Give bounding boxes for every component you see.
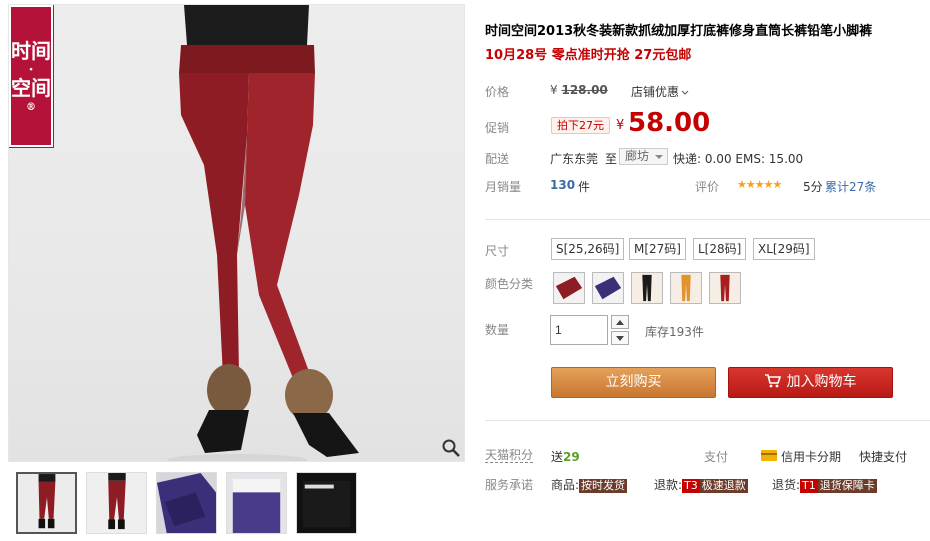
destination-value: 廊坊: [625, 149, 650, 163]
shop-discount-dropdown[interactable]: 店铺优惠: [631, 83, 689, 100]
tmall-points-value: 送29: [551, 448, 580, 465]
size-option-m[interactable]: M[27码]: [629, 238, 686, 260]
monthly-sales-label: 月销量: [485, 180, 522, 194]
size-option-xl[interactable]: XL[29码]: [753, 238, 815, 260]
brand-logo-line1: 时间: [11, 39, 51, 63]
brand-logo-dot: ·: [28, 62, 34, 78]
original-price: ¥ 128.00: [550, 83, 608, 97]
color-swatch-wine-image: [554, 273, 584, 303]
service-label: 服务承诺: [485, 478, 534, 492]
service-return-tag: 退货保障卡: [817, 479, 877, 493]
original-price-currency: ¥: [550, 83, 558, 97]
color-swatch-wine[interactable]: [553, 272, 585, 304]
zoom-magnifier-icon[interactable]: [441, 438, 461, 458]
rating-score: 5分: [803, 180, 823, 194]
color-swatch-black[interactable]: [631, 272, 663, 304]
payment-label: 支付: [704, 450, 729, 464]
thumbnail-3[interactable]: [156, 472, 217, 534]
service-refund-code: T3: [682, 479, 700, 493]
promo-label: 促销: [485, 121, 510, 135]
thumbnail-1-image: [18, 474, 75, 532]
color-label: 颜色分类: [485, 277, 534, 291]
size-option-l[interactable]: L[28码]: [693, 238, 747, 260]
size-option-s[interactable]: S[25,26码]: [551, 238, 625, 260]
points-give-word: 送: [551, 450, 564, 464]
current-price: 58.00: [628, 108, 711, 138]
price-label: 价格: [485, 85, 510, 99]
service-goods-prefix: 商品:: [551, 478, 580, 492]
destination-select[interactable]: 廊坊: [619, 148, 669, 165]
tmall-points-label[interactable]: 天猫积分: [485, 448, 534, 463]
promo-tag: 拍下27元: [551, 117, 610, 134]
service-goods-tag: 按时发货: [579, 479, 628, 493]
ship-from: 广东东莞: [550, 152, 599, 166]
thumbnail-1[interactable]: [16, 472, 77, 534]
credit-installment-link[interactable]: 信用卡分期: [781, 448, 841, 465]
color-swatch-red[interactable]: [709, 272, 741, 304]
brand-logo-seal: 时间 · 空间 ®: [9, 5, 54, 148]
monthly-sales-count: 130: [550, 178, 576, 192]
quantity-input[interactable]: [550, 315, 608, 345]
chevron-down-icon: [616, 335, 624, 341]
brand-logo-reg: ®: [26, 102, 36, 113]
thumbnail-3-image: [157, 473, 216, 533]
chevron-up-icon: [616, 319, 624, 325]
service-return[interactable]: 退货: T1 退货保障卡: [772, 476, 877, 493]
product-photo: [167, 5, 359, 461]
quantity-increase-button[interactable]: [611, 315, 629, 329]
review-count-link[interactable]: 累计27条: [825, 178, 876, 195]
thumbnail-5-image: [297, 473, 356, 533]
size-label: 尺寸: [485, 244, 510, 258]
thumbnail-2[interactable]: [86, 472, 147, 534]
points-number: 29: [563, 450, 580, 464]
thumbnail-strip: [16, 472, 357, 534]
color-swatch-purple-image: [593, 273, 623, 303]
color-swatch-purple[interactable]: [592, 272, 624, 304]
original-price-value: 128.00: [561, 83, 608, 97]
add-to-cart-button[interactable]: 加入购物车: [728, 367, 893, 398]
shipping-label: 配送: [485, 152, 510, 166]
shipping-fee: 快递: 0.00 EMS: 15.00: [673, 152, 804, 166]
service-goods[interactable]: 商品: 按时发货: [551, 476, 628, 493]
service-return-code: T1: [800, 479, 818, 493]
service-refund-prefix: 退款:: [654, 478, 683, 492]
color-swatch-black-image: [632, 273, 662, 303]
quantity-label: 数量: [485, 323, 510, 337]
service-refund-tag: 极速退款: [699, 479, 748, 493]
shopping-cart-icon: [764, 374, 781, 388]
caret-down-icon: [655, 155, 664, 159]
color-swatch-red-image: [710, 273, 740, 303]
thumbnail-2-image: [87, 473, 146, 533]
credit-card-icon: [761, 450, 777, 461]
currency-symbol: ¥: [616, 118, 625, 133]
rating-label: 评价: [695, 180, 720, 194]
quick-pay-link[interactable]: 快捷支付: [859, 448, 907, 465]
chevron-down-icon: [681, 90, 689, 95]
thumbnail-5[interactable]: [296, 472, 357, 534]
service-return-prefix: 退货:: [772, 478, 801, 492]
divider: [485, 219, 930, 220]
color-swatch-orange[interactable]: [670, 272, 702, 304]
add-to-cart-label: 加入购物车: [786, 374, 857, 390]
product-title: 时间空间2013秋冬装新款抓绒加厚打底裤修身直筒长裤铅笔小脚裤: [485, 24, 873, 39]
product-subtitle: 10月28号 零点准时开抢 27元包邮: [485, 48, 692, 63]
monthly-sales-unit: 件: [578, 180, 591, 194]
stock-count: 库存193件: [645, 325, 704, 339]
main-product-image[interactable]: 时间 · 空间 ®: [8, 4, 465, 462]
divider: [485, 420, 930, 421]
brand-logo-line2: 空间: [11, 76, 51, 100]
service-refund[interactable]: 退款: T3 极速退款: [654, 476, 748, 493]
ship-to-word: 至: [605, 152, 618, 166]
quantity-decrease-button[interactable]: [611, 331, 629, 345]
color-swatch-orange-image: [671, 273, 701, 303]
thumbnail-4[interactable]: [226, 472, 287, 534]
buy-now-button[interactable]: 立刻购买: [551, 367, 716, 398]
rating-stars-icon: ★★★★★: [737, 178, 782, 191]
shop-discount-label: 店铺优惠: [631, 85, 680, 99]
thumbnail-4-image: [227, 473, 286, 533]
